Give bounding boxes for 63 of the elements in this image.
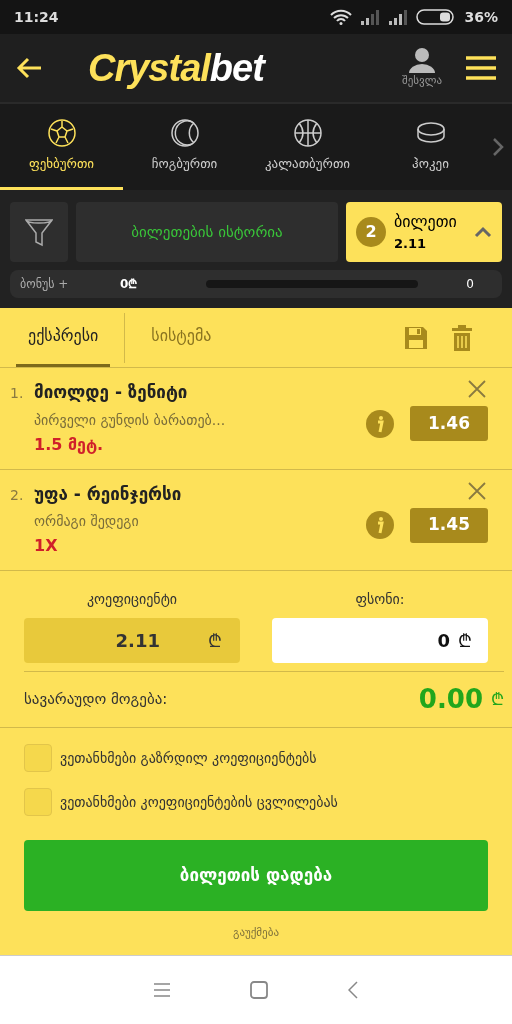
cancel-link[interactable]: გაუქმება [233, 926, 279, 939]
info-icon[interactable] [366, 409, 394, 438]
close-icon[interactable] [468, 380, 486, 398]
basketball-icon [292, 117, 323, 148]
signal-icon [388, 9, 409, 25]
field-label: ფსონი: [355, 590, 405, 609]
bet-pick: 1.5 მეტ. [34, 433, 105, 456]
football-icon [46, 117, 77, 148]
slip-tab[interactable]: ექსპრესი [16, 308, 111, 367]
checkbox[interactable] [24, 744, 52, 772]
history-button[interactable]: ბილეთების ისტორია [76, 202, 338, 262]
save-button[interactable] [404, 325, 428, 350]
market-name: პირველი გუნდის ბარათებ... [34, 410, 227, 430]
login-button[interactable]: შესვლა [402, 46, 442, 90]
bonus-amount: 0₾ [120, 276, 139, 293]
slip-tab[interactable]: სისტემა [139, 308, 224, 367]
stake-field[interactable]: 0 ₾ [272, 618, 488, 663]
battery-icon [416, 9, 457, 25]
field-label: კოეფიციენტი [86, 590, 178, 609]
logo: Crystalbet [88, 45, 264, 91]
menu-button[interactable] [466, 55, 496, 81]
checkbox[interactable] [24, 788, 52, 816]
back-arrow-icon [16, 57, 42, 79]
sport-tab[interactable]: ჰოკეი [369, 104, 492, 190]
bet-pick: 1X [34, 535, 59, 557]
back-icon[interactable] [348, 981, 358, 999]
trash-icon [452, 324, 472, 351]
info-icon[interactable] [366, 511, 394, 539]
battery-level: 36% [464, 7, 498, 27]
chevron-right-icon[interactable] [492, 137, 504, 157]
filter-button[interactable] [10, 202, 68, 262]
user-icon [409, 46, 435, 73]
match-name: უფა - რეინჯერსი [34, 482, 183, 506]
menu-icon[interactable] [154, 983, 170, 997]
chevron-up-icon [474, 226, 492, 238]
bet-number: 1. [10, 384, 25, 403]
signal-icon [360, 9, 381, 25]
potential-win-value: 0.00 [418, 683, 483, 716]
back-button[interactable] [16, 57, 42, 79]
checkbox-label: ვეთანხმები კოეფიციენტების ცვლილებას [60, 792, 338, 812]
tennis-ball-icon [169, 117, 200, 148]
close-icon[interactable] [468, 481, 486, 500]
coefficient-field: 2.11 ₾ [24, 618, 240, 663]
currency-sign: ₾ [491, 687, 504, 711]
ticket-count-badge: 2 [356, 217, 386, 247]
funnel-icon [25, 217, 53, 247]
bonus-count: 0 [466, 276, 474, 293]
market-name: ორმაგი შედეგი [34, 512, 140, 531]
potential-win-label: სავარაუდო მოგება: [24, 689, 168, 711]
sport-tab[interactable]: ჩოგბურთი [123, 104, 246, 190]
home-square-icon[interactable] [250, 981, 268, 999]
wifi-icon [330, 9, 353, 25]
menu-icon [466, 55, 496, 81]
ticket-button[interactable]: 2 ბილეთი 2.11 [346, 202, 502, 262]
match-name: მიოლდე - ზენიტი [34, 381, 189, 404]
checkbox-label: ვეთანხმები გაზრდილ კოეფიციენტებს [60, 748, 317, 768]
ticket-label: ბილეთი [394, 211, 457, 234]
bonus-label: ბონუს + [20, 276, 70, 293]
sport-tab[interactable]: კალათბურთი [246, 104, 369, 190]
bet-number: 2. [10, 485, 25, 505]
clock-time: 11:24 [14, 7, 59, 27]
delete-button[interactable] [452, 324, 472, 351]
ticket-odds: 2.11 [394, 235, 427, 254]
